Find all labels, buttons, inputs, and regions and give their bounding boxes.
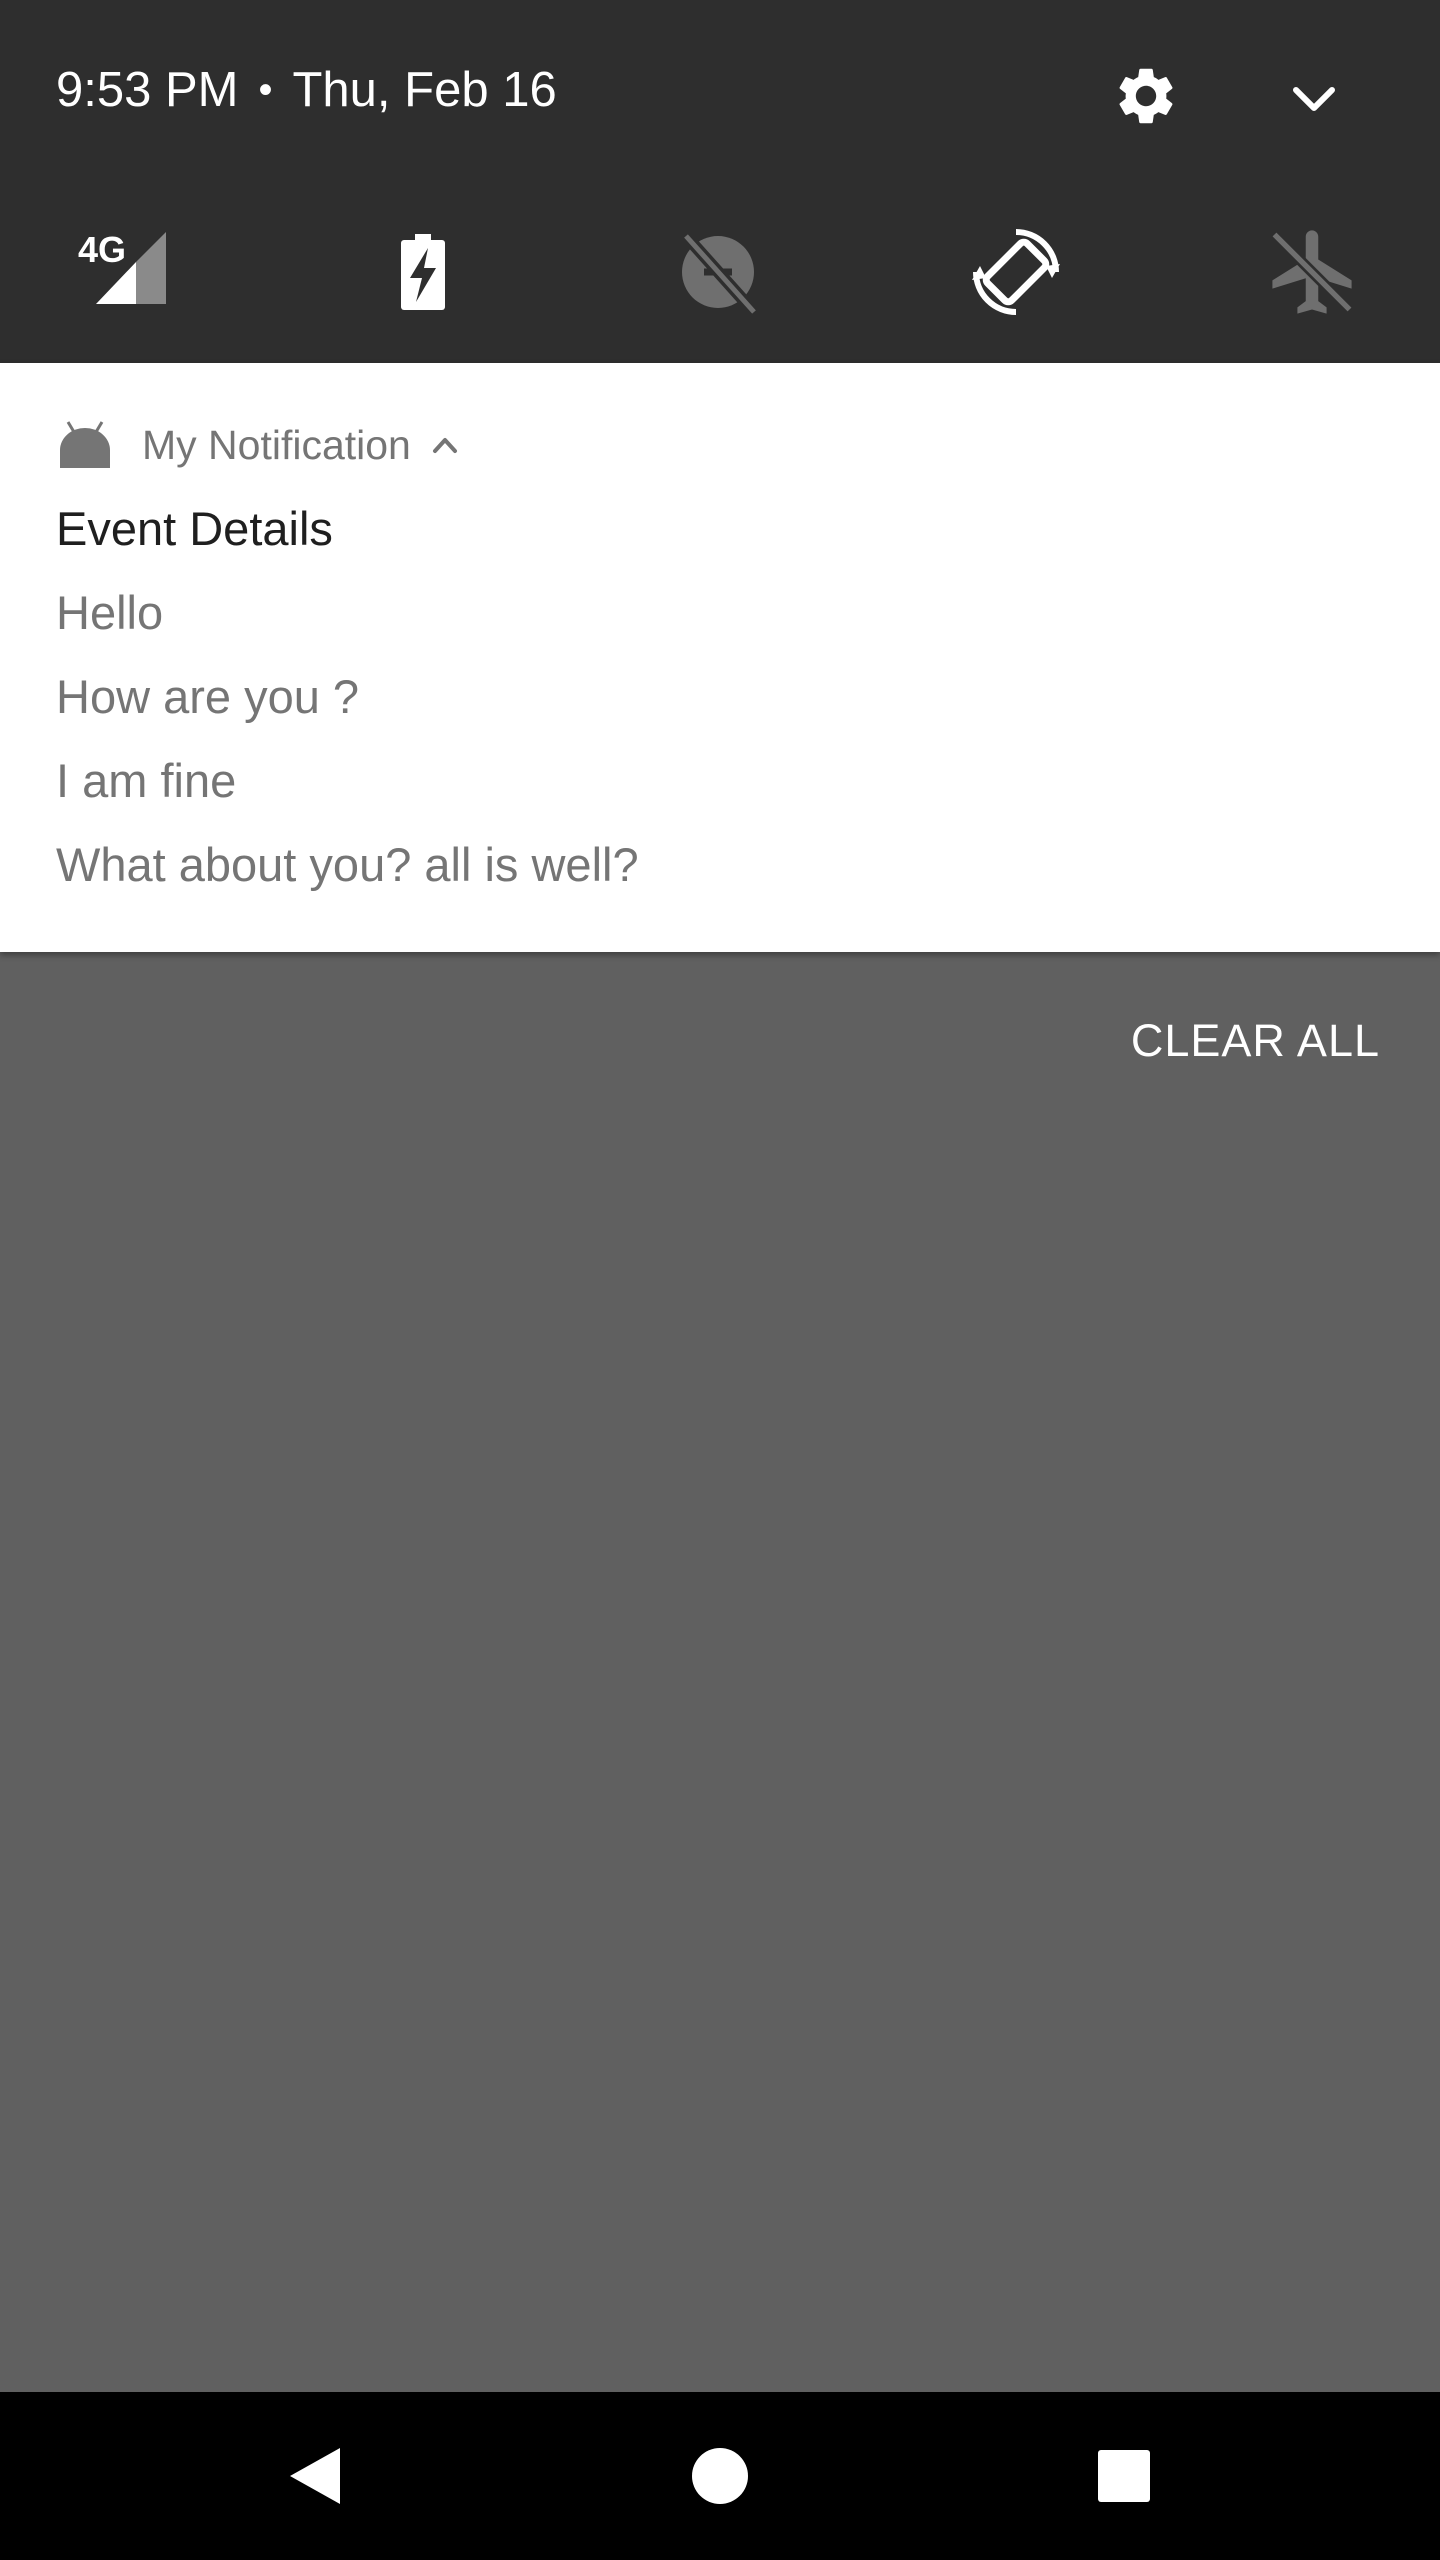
collapse-chevron-icon[interactable]	[429, 429, 461, 461]
home-button[interactable]	[670, 2426, 770, 2526]
notification-app-name: My Notification	[142, 421, 411, 468]
auto-rotate-tile[interactable]	[966, 222, 1066, 322]
notification-header[interactable]: My Notification	[56, 415, 461, 475]
recents-icon	[1098, 2450, 1150, 2502]
rotate-icon	[972, 229, 1060, 315]
clear-all-button[interactable]: CLEAR ALL	[1100, 1008, 1380, 1074]
status-datetime[interactable]: 9:53 PM • Thu, Feb 16	[56, 58, 557, 122]
home-icon	[692, 2448, 748, 2504]
back-icon	[290, 2448, 340, 2504]
notification-line: Hello	[56, 586, 164, 639]
navigation-bar	[0, 2392, 1440, 2560]
status-date: Thu, Feb 16	[292, 63, 557, 117]
notification-title: Event Details	[56, 502, 333, 555]
cellular-4g-tile[interactable]: 4G	[68, 222, 168, 322]
notification-line: What about you? all is well?	[56, 838, 639, 891]
android-icon	[60, 421, 110, 468]
quick-settings-panel: 9:53 PM • Thu, Feb 16 4G	[0, 0, 1440, 363]
data-saver-off-icon	[681, 231, 759, 317]
data-saver-tile[interactable]	[668, 222, 768, 322]
battery-charging-icon	[401, 234, 445, 310]
cellular-4g-label: 4G	[78, 229, 127, 270]
airplane-mode-tile[interactable]	[1262, 222, 1362, 322]
settings-gear-icon[interactable]	[1112, 62, 1180, 130]
notification-line: I am fine	[56, 754, 237, 807]
status-time: 9:53 PM	[56, 63, 239, 117]
expand-chevron-icon[interactable]	[1280, 70, 1348, 130]
airplane-icon	[1270, 230, 1354, 314]
back-button[interactable]	[264, 2426, 364, 2526]
battery-saver-tile[interactable]	[372, 222, 472, 322]
notification-card[interactable]: My Notification Event Details Hello How …	[0, 363, 1440, 952]
recents-button[interactable]	[1074, 2426, 1174, 2526]
notification-line: How are you ?	[56, 670, 360, 723]
status-separator: •	[258, 68, 273, 112]
